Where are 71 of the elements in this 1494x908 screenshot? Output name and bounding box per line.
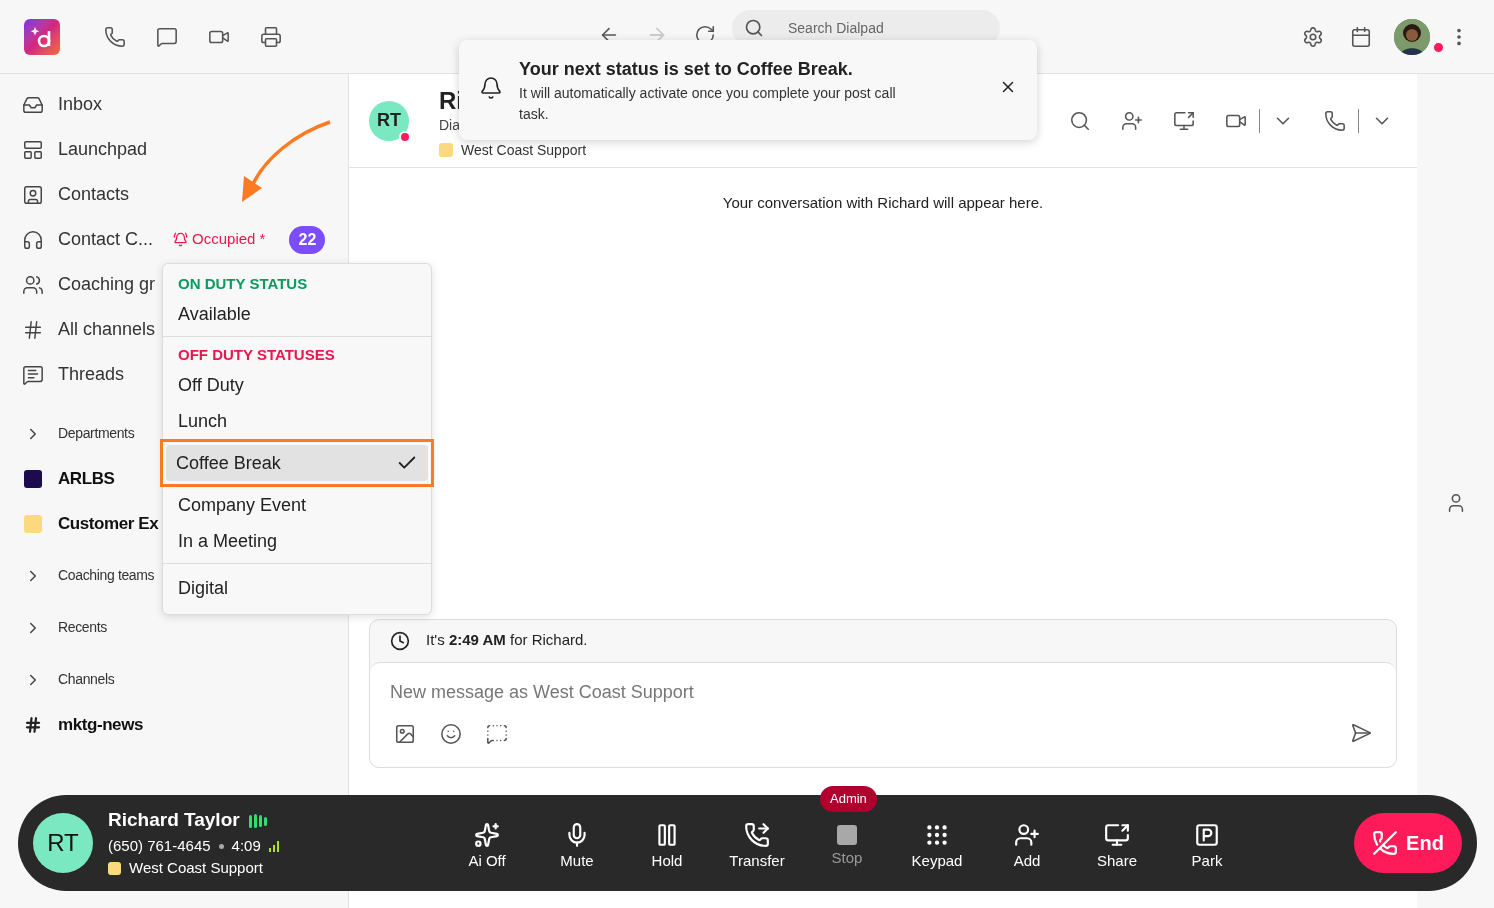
sidebar-item[interactable]: Customer Ex <box>58 510 159 537</box>
sidebar-item[interactable]: Contact C... <box>58 226 154 253</box>
sidebar-item[interactable]: Threads <box>58 361 125 388</box>
bell-icon <box>479 76 503 100</box>
toast-title: Your next status is set to Coffee Break. <box>519 58 854 81</box>
contact-avatar[interactable]: RT <box>369 100 409 141</box>
phone-transfer-icon <box>744 821 770 848</box>
call-action-button[interactable]: Share <box>1072 819 1162 875</box>
contact-card-icon <box>22 183 44 206</box>
audio-level-icon <box>247 812 268 829</box>
layout-icon <box>22 138 44 161</box>
message-icon <box>22 363 44 386</box>
section-header[interactable]: Coaching teams <box>58 565 155 586</box>
empty-conversation-text: Your conversation with Richard will appear here. <box>721 193 1045 213</box>
screen-share-icon <box>1104 821 1130 848</box>
users-icon <box>22 273 44 296</box>
signal-icon <box>268 840 281 852</box>
status-label[interactable]: Occupied * <box>192 228 266 251</box>
menu-item[interactable]: Lunch <box>163 403 431 439</box>
headphones-icon <box>22 228 44 251</box>
menu-item[interactable]: Company Event <box>163 487 431 523</box>
menu-section-header: OFF DUTY STATUSES <box>177 344 336 365</box>
stop-icon <box>837 824 857 845</box>
contact-subtitle: Dia <box>439 115 460 135</box>
parking-icon <box>1194 821 1220 848</box>
add-user-icon <box>1014 821 1040 848</box>
section-header[interactable]: Recents <box>58 617 107 638</box>
hash-icon <box>24 715 42 734</box>
caller-phone: (650) 761-4645 <box>108 835 211 856</box>
menu-item[interactable]: Digital <box>163 570 431 606</box>
local-time-text: It's 2:49 AM for Richard. <box>426 630 588 651</box>
menu-item[interactable]: Available <box>163 296 431 332</box>
menu-section-header: ON DUTY STATUS <box>177 273 309 294</box>
team-tag: West Coast Support <box>461 139 587 161</box>
toast-message: It will automatically activate once you complete your post call task. <box>519 84 897 124</box>
queue-name: West Coast Support <box>129 858 263 879</box>
sidebar-item[interactable]: Contacts <box>58 181 130 208</box>
hash-icon <box>22 318 44 341</box>
menu-item[interactable]: In a Meeting <box>163 523 431 559</box>
count-badge: 22 <box>289 225 326 254</box>
sidebar-item[interactable]: mktg-news <box>58 711 143 738</box>
call-action-button[interactable]: Add <box>982 819 1072 875</box>
call-action-button[interactable]: Keypad <box>892 819 982 875</box>
sidebar-item[interactable]: All channels <box>58 316 156 343</box>
menu-item[interactable]: Coffee Break <box>166 445 428 481</box>
section-header[interactable]: Channels <box>58 669 115 690</box>
tag-swatch <box>439 143 453 157</box>
sidebar-item[interactable]: ARLBS <box>58 465 115 492</box>
sparkle-icon <box>474 821 500 848</box>
call-action-button[interactable]: Ai Off <box>442 819 532 875</box>
sidebar-item[interactable]: Inbox <box>58 91 103 118</box>
sidebar-item[interactable]: Coaching gr <box>58 271 156 298</box>
caller-avatar: RT <box>33 813 93 873</box>
user-avatar[interactable] <box>1394 18 1430 55</box>
menu-item[interactable]: Off Duty <box>163 367 431 403</box>
clock-icon <box>390 630 410 651</box>
call-action-button[interactable]: Park <box>1162 819 1252 875</box>
app-logo[interactable] <box>24 18 60 55</box>
call-action-button[interactable]: Transfer <box>712 819 802 875</box>
call-action-button[interactable]: Mute <box>532 819 622 875</box>
section-header[interactable]: Departments <box>58 423 135 444</box>
admin-badge: Admin <box>820 786 877 812</box>
hang-up-icon <box>1372 830 1399 856</box>
sidebar-item[interactable]: Launchpad <box>58 136 148 163</box>
search-icon <box>744 18 764 38</box>
call-action-button[interactable]: Hold <box>622 819 712 875</box>
end-call-button[interactable]: End <box>1354 813 1462 873</box>
call-duration: 4:09 <box>231 835 261 856</box>
bell-icon <box>173 232 189 247</box>
queue-swatch <box>108 862 121 875</box>
caller-name: Richard Taylor <box>108 808 240 833</box>
